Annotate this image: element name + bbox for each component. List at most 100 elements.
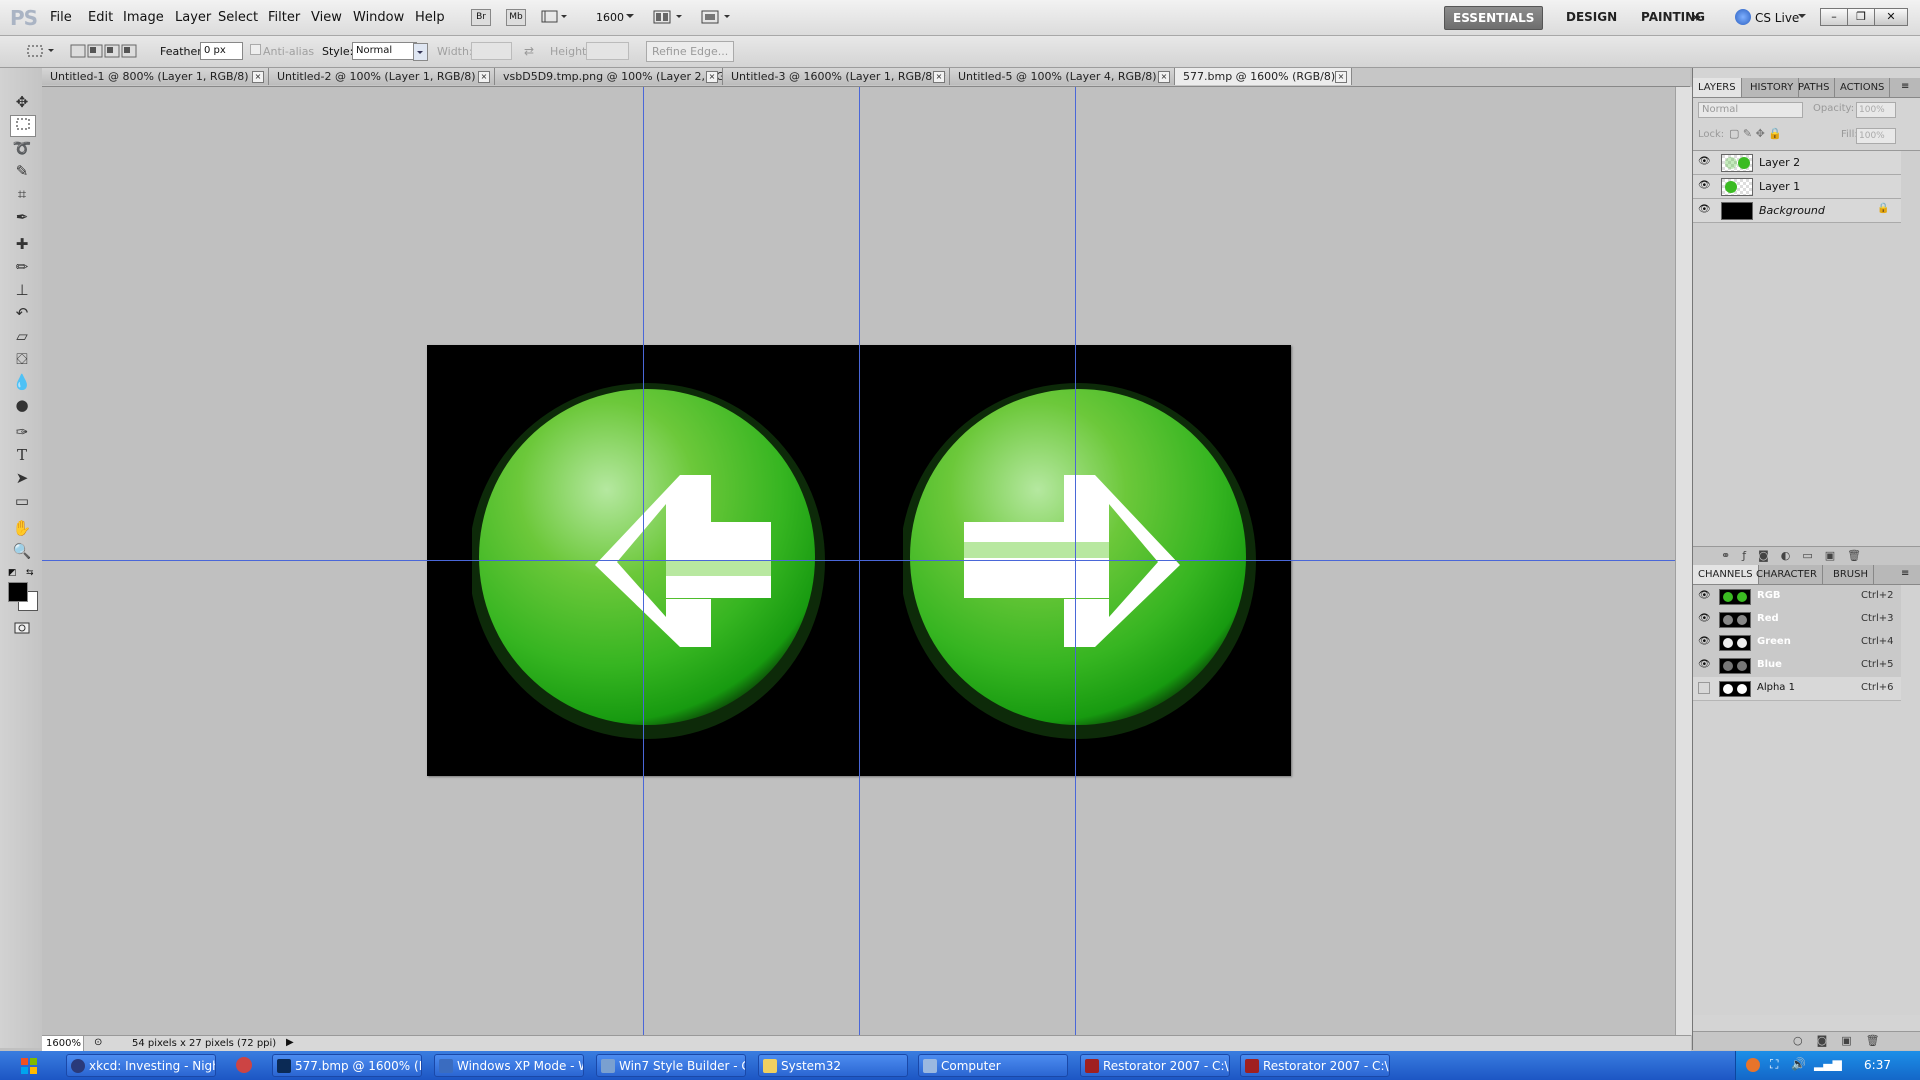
width-input[interactable] (471, 42, 512, 60)
history-brush-tool-icon[interactable]: ↶ (10, 303, 34, 323)
tab-close-icon[interactable]: × (1158, 71, 1170, 83)
channels-footer-icons[interactable]: ○◙▣🗑 (1793, 1034, 1894, 1047)
channel-row-red[interactable]: 👁 Red Ctrl+3 (1693, 608, 1901, 632)
blur-tool-icon[interactable]: 💧 (10, 372, 34, 392)
tab-close-icon[interactable]: × (933, 71, 945, 83)
cs-live-button[interactable]: CS Live (1755, 11, 1799, 25)
brush-tool-icon[interactable]: ✏ (10, 257, 34, 277)
screen-mode-icon[interactable] (700, 9, 734, 28)
move-tool-icon[interactable]: ✥ (10, 92, 34, 112)
arrange-documents-icon[interactable] (652, 9, 686, 28)
eraser-tool-icon[interactable]: ▱ (10, 326, 34, 346)
height-input[interactable] (586, 42, 629, 60)
menu-file[interactable]: File (50, 10, 72, 25)
eye-icon[interactable]: 👁 (1698, 590, 1711, 602)
tab-layers[interactable]: LAYERS (1693, 78, 1742, 97)
signal-icon[interactable]: ▂▄▆ (1814, 1057, 1842, 1071)
pinned-app-icon[interactable] (236, 1057, 252, 1073)
taskbar-item-computer[interactable]: Computer (918, 1054, 1068, 1077)
menu-filter[interactable]: Filter (268, 10, 300, 25)
tab-channels[interactable]: CHANNELS (1693, 565, 1759, 584)
eye-icon[interactable]: 👁 (1698, 613, 1711, 625)
zoom-level[interactable]: 1600 (596, 11, 624, 24)
channel-row-green[interactable]: 👁 Green Ctrl+4 (1693, 631, 1901, 655)
menu-help[interactable]: Help (415, 10, 445, 25)
menu-window[interactable]: Window (353, 10, 404, 25)
lock-icons[interactable]: ▢ ✎ ✥ 🔒 (1729, 127, 1782, 140)
workspace-essentials[interactable]: ESSENTIALS (1444, 6, 1544, 30)
zoom-tool-icon[interactable]: 🔍 (10, 541, 34, 561)
menu-image[interactable]: Image (123, 10, 164, 25)
tab-history[interactable]: HISTORY (1745, 78, 1800, 97)
layer-row-layer-2[interactable]: 👁 Layer 2 (1693, 151, 1901, 175)
eye-icon[interactable]: 👁 (1698, 636, 1711, 648)
menu-select[interactable]: Select (218, 10, 258, 25)
tab-untitled-5[interactable]: Untitled-5 @ 100% (Layer 4, RGB/8) * × (950, 68, 1175, 85)
tab-actions[interactable]: ACTIONS (1835, 78, 1891, 97)
fill-input[interactable]: 100% (1856, 128, 1896, 144)
tab-untitled-1[interactable]: Untitled-1 @ 800% (Layer 1, RGB/8) * × (42, 68, 269, 85)
channel-row-rgb[interactable]: 👁 RGB Ctrl+2 (1693, 585, 1901, 609)
selection-mode-icons[interactable] (70, 43, 140, 62)
dodge-tool-icon[interactable]: ● (10, 395, 34, 415)
status-menu-arrow-icon[interactable]: ▶ (286, 1037, 294, 1048)
style-select[interactable]: Normal (352, 42, 417, 60)
taskbar-item-photoshop[interactable]: 577.bmp @ 1600% (R... (272, 1054, 422, 1077)
swap-dimensions-icon[interactable]: ⇄ (524, 44, 534, 58)
close-icon[interactable]: ✕ (1874, 8, 1908, 26)
menu-edit[interactable]: Edit (88, 10, 113, 25)
tab-close-icon[interactable]: × (1335, 71, 1347, 83)
hand-tool-icon[interactable]: ✋ (10, 518, 34, 538)
tab-vsbd5d9[interactable]: vsbD5D9.tmp.png @ 100% (Layer 2, RGB/8) … (495, 68, 723, 85)
guide-vertical[interactable] (1075, 87, 1076, 1035)
pen-tool-icon[interactable]: ✑ (10, 422, 34, 442)
cs-live-dropdown-icon[interactable] (1798, 11, 1806, 24)
tab-untitled-2[interactable]: Untitled-2 @ 100% (Layer 1, RGB/8) * × (269, 68, 495, 85)
quick-selection-tool-icon[interactable]: ✎ (10, 161, 34, 181)
tab-close-icon[interactable]: × (478, 71, 490, 83)
menu-layer[interactable]: Layer (175, 10, 211, 25)
tab-close-icon[interactable]: × (252, 71, 264, 83)
restore-icon[interactable]: ❐ (1847, 8, 1875, 26)
layers-footer-icons[interactable]: ⚭ƒ◙◐▭▣🗑 (1721, 549, 1873, 562)
type-tool-icon[interactable]: T (10, 445, 34, 465)
eye-icon[interactable]: 👁 (1698, 659, 1711, 671)
eye-icon[interactable]: 👁 (1698, 180, 1711, 192)
taskbar-item-xp-mode[interactable]: Windows XP Mode - W... (434, 1054, 584, 1077)
tab-close-icon[interactable]: × (706, 71, 718, 83)
status-zoom[interactable]: 1600% (42, 1036, 84, 1051)
refine-edge-button[interactable]: Refine Edge... (646, 41, 735, 62)
marquee-tool-preset-icon[interactable] (26, 43, 56, 62)
healing-brush-tool-icon[interactable]: ✚ (10, 234, 34, 254)
workspace-design[interactable]: DESIGN (1558, 6, 1625, 28)
tab-brush[interactable]: BRUSH (1828, 565, 1874, 584)
menu-view[interactable]: View (311, 10, 342, 25)
eye-icon[interactable]: 👁 (1698, 204, 1711, 216)
minibridge-button[interactable]: Mb (506, 9, 526, 26)
panel-menu-icon[interactable]: ≡ (1901, 81, 1909, 92)
start-button-icon[interactable] (20, 1057, 38, 1075)
layer-row-layer-1[interactable]: 👁 Layer 1 (1693, 175, 1901, 199)
swap-colors-icon[interactable]: ⇆ (26, 568, 34, 578)
taskbar-item-restorator-2[interactable]: Restorator 2007 - C:\... (1240, 1054, 1390, 1077)
eyedropper-tool-icon[interactable]: ✒ (10, 207, 34, 227)
workspace-more-icon[interactable]: » (1683, 6, 1709, 28)
clock[interactable]: 6:37 (1864, 1058, 1891, 1072)
bridge-button[interactable]: Br (471, 9, 491, 26)
guide-vertical[interactable] (643, 87, 644, 1035)
channel-row-blue[interactable]: 👁 Blue Ctrl+5 (1693, 654, 1901, 678)
tab-untitled-3[interactable]: Untitled-3 @ 1600% (Layer 1, RGB/8) * × (723, 68, 950, 85)
guide-vertical[interactable] (859, 87, 860, 1035)
tray-app-icon[interactable] (1746, 1058, 1760, 1072)
rectangular-marquee-tool-icon[interactable] (10, 115, 36, 137)
channel-row-alpha-1[interactable]: Alpha 1 Ctrl+6 (1693, 677, 1901, 701)
opacity-input[interactable]: 100% (1856, 102, 1896, 118)
rectangle-tool-icon[interactable]: ▭ (10, 491, 34, 511)
eye-icon[interactable]: 👁 (1698, 156, 1711, 168)
visibility-box[interactable] (1698, 682, 1710, 694)
path-selection-tool-icon[interactable]: ➤ (10, 468, 34, 488)
tab-paths[interactable]: PATHS (1793, 78, 1836, 97)
taskbar-item-style-builder[interactable]: Win7 Style Builder - C:... (596, 1054, 746, 1077)
crop-tool-icon[interactable]: ⌗ (10, 184, 34, 204)
volume-icon[interactable]: 🔊 (1791, 1057, 1806, 1071)
